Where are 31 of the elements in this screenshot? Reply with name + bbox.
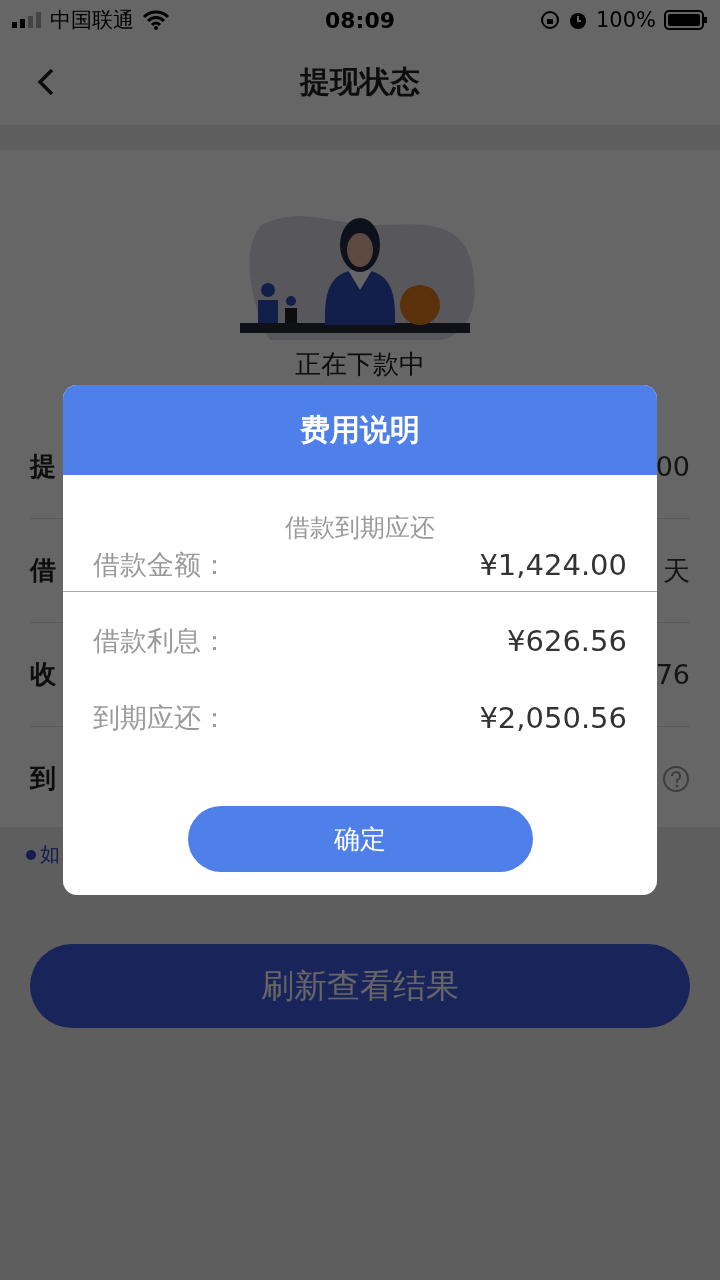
back-icon[interactable]	[36, 67, 56, 97]
row-value: 76	[655, 659, 690, 690]
fee-amount: ¥1,424.00	[479, 548, 627, 582]
row-label: 收	[30, 658, 56, 691]
bullet-icon	[26, 849, 36, 860]
row-label: 借	[30, 554, 56, 587]
fee-label: 到期应还：	[93, 700, 228, 735]
row-value: 天	[663, 553, 690, 588]
carrier-name: 中国联通	[50, 7, 134, 34]
fee-label: 借款金额：	[93, 548, 228, 582]
fee-amount: ¥2,050.56	[479, 700, 627, 735]
battery-icon	[664, 10, 708, 30]
row-label: 到	[30, 762, 56, 795]
row-value: 00	[655, 451, 690, 482]
rotation-lock-icon	[539, 10, 560, 30]
status-text: 正在下款中	[294, 348, 426, 381]
dialog-subtitle: 借款到期应还	[284, 513, 436, 543]
clock-time: 08:09	[325, 7, 395, 33]
dialog-title: 费用说明	[63, 385, 657, 475]
fee-amount: ¥626.56	[507, 623, 627, 658]
signal-icon	[12, 12, 42, 28]
fee-label: 借款利息：	[93, 623, 228, 658]
battery-percent: 100%	[595, 8, 656, 32]
row-label: 提	[30, 450, 56, 483]
alarm-icon	[567, 10, 588, 30]
wifi-icon	[142, 10, 170, 30]
help-icon[interactable]	[662, 764, 690, 793]
note-text: 如	[40, 841, 60, 868]
confirm-button[interactable]: 确定	[187, 806, 533, 872]
page-title: 提现状态	[300, 63, 420, 101]
refresh-button[interactable]: 刷新查看结果	[30, 944, 690, 1028]
